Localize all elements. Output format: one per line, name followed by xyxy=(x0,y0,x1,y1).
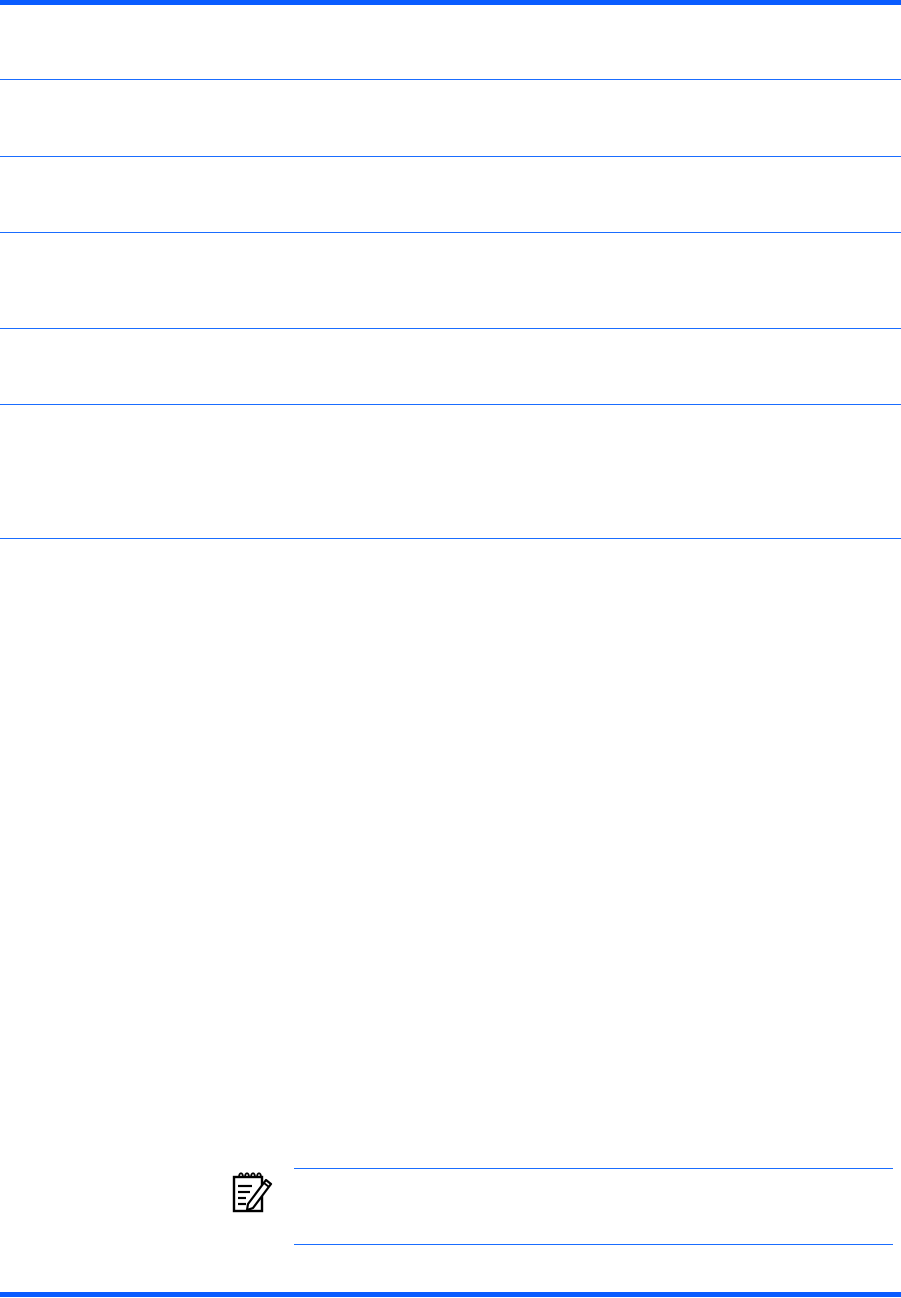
table-row xyxy=(0,157,901,233)
note-top-rule xyxy=(294,1168,893,1169)
table-row xyxy=(0,405,901,539)
row-label xyxy=(0,5,240,79)
note-callout xyxy=(228,1168,893,1245)
note-pencil-icon xyxy=(228,1168,276,1216)
note-bottom-rule xyxy=(294,1244,893,1245)
row-label xyxy=(0,157,240,232)
row-label xyxy=(0,329,240,404)
table-row xyxy=(0,233,901,329)
bottom-rule xyxy=(0,1292,901,1297)
spec-table xyxy=(0,5,901,539)
row-description xyxy=(240,405,901,538)
row-label xyxy=(0,233,240,328)
table-row xyxy=(0,329,901,405)
row-label xyxy=(0,80,240,156)
row-description xyxy=(240,5,901,79)
row-description xyxy=(240,80,901,156)
table-row xyxy=(0,80,901,157)
table-row xyxy=(0,5,901,80)
row-description xyxy=(240,233,901,328)
row-label xyxy=(0,405,240,538)
row-description xyxy=(240,329,901,404)
row-description xyxy=(240,157,901,232)
